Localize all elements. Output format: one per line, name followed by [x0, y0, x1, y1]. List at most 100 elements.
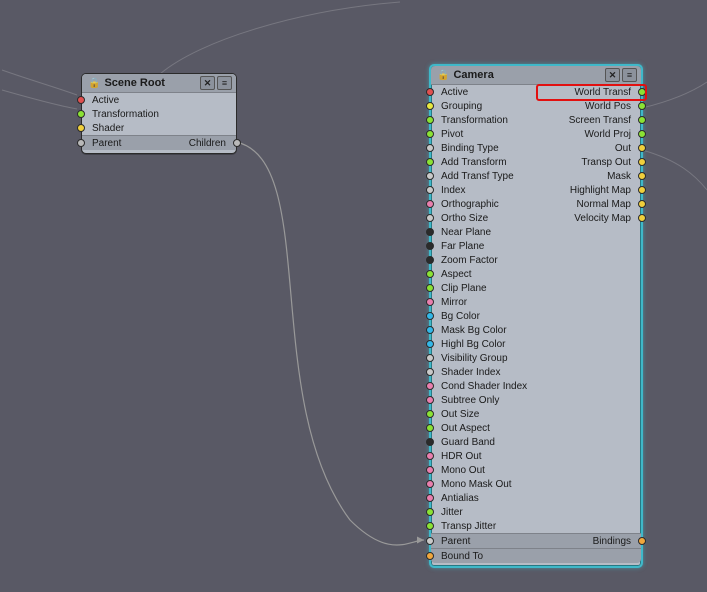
port-input[interactable]	[426, 200, 434, 208]
param-label: Mono Mask Out	[441, 479, 536, 490]
output-label: Out	[536, 143, 631, 154]
port-input[interactable]	[426, 480, 434, 488]
param-row: Guard Band	[431, 435, 641, 449]
port-input[interactable]	[426, 256, 434, 264]
port-input[interactable]	[426, 186, 434, 194]
port-input[interactable]	[426, 396, 434, 404]
port-output[interactable]	[638, 186, 646, 194]
param-label: Highl Bg Color	[441, 339, 536, 350]
input-row: Active	[82, 93, 236, 107]
port-input[interactable]	[426, 354, 434, 362]
port-input[interactable]	[426, 537, 434, 545]
param-label: Active	[441, 87, 536, 98]
port-input[interactable]	[426, 312, 434, 320]
param-row: Ortho SizeVelocity Map	[431, 211, 641, 225]
port-output[interactable]	[638, 200, 646, 208]
footer-label-children: Children	[159, 138, 226, 149]
port-output[interactable]	[638, 130, 646, 138]
output-label: World Transf	[536, 87, 631, 98]
footer-row: ParentBindings	[431, 533, 641, 548]
param-label: Shader Index	[441, 367, 536, 378]
port-input[interactable]	[77, 124, 85, 132]
port-input[interactable]	[426, 144, 434, 152]
footer-label: Parent	[441, 536, 536, 547]
port-input[interactable]	[426, 552, 434, 560]
port-input[interactable]	[426, 452, 434, 460]
param-label: Bg Color	[441, 311, 536, 322]
close-icon[interactable]: ✕	[605, 68, 620, 82]
port-output[interactable]	[638, 158, 646, 166]
port-input[interactable]	[426, 158, 434, 166]
param-row: Binding TypeOut	[431, 141, 641, 155]
port-input[interactable]	[77, 110, 85, 118]
port-input[interactable]	[426, 214, 434, 222]
menu-icon[interactable]: ≡	[622, 68, 637, 82]
param-row: Far Plane	[431, 239, 641, 253]
output-label: Highlight Map	[536, 185, 631, 196]
output-label: Transp Out	[536, 157, 631, 168]
port-parent[interactable]	[77, 139, 85, 147]
param-label: Clip Plane	[441, 283, 536, 294]
param-label: Aspect	[441, 269, 536, 280]
node-scene-root[interactable]: 🔒 Scene Root ✕ ≡ ActiveTransformationSha…	[81, 73, 237, 154]
param-row: Shader Index	[431, 365, 641, 379]
port-input[interactable]	[426, 228, 434, 236]
port-input[interactable]	[426, 116, 434, 124]
node-title: Scene Root	[104, 77, 198, 89]
footer-row: Bound To	[431, 548, 641, 563]
lock-icon: 🔒	[88, 78, 100, 89]
output-label: Mask	[536, 171, 631, 182]
port-output[interactable]	[638, 102, 646, 110]
param-label: Mask Bg Color	[441, 325, 536, 336]
param-label: Mirror	[441, 297, 536, 308]
param-label: Cond Shader Index	[441, 381, 536, 392]
node-titlebar[interactable]: 🔒 Camera ✕ ≡	[431, 66, 641, 85]
param-label: Grouping	[441, 101, 536, 112]
port-input[interactable]	[426, 102, 434, 110]
port-input[interactable]	[426, 508, 434, 516]
lock-icon: 🔒	[437, 70, 449, 81]
param-row: Out Size	[431, 407, 641, 421]
menu-icon[interactable]: ≡	[217, 76, 232, 90]
port-output[interactable]	[638, 116, 646, 124]
param-label: Zoom Factor	[441, 255, 536, 266]
param-row: ActiveWorld Transf	[431, 85, 641, 99]
port-output[interactable]	[638, 214, 646, 222]
param-row: Bg Color	[431, 309, 641, 323]
param-label: Orthographic	[441, 199, 536, 210]
node-titlebar[interactable]: 🔒 Scene Root ✕ ≡	[82, 74, 236, 93]
node-footer: Parent Children	[82, 135, 236, 150]
param-label: Subtree Only	[441, 395, 536, 406]
port-input[interactable]	[426, 298, 434, 306]
port-input[interactable]	[77, 96, 85, 104]
port-input[interactable]	[426, 88, 434, 96]
port-input[interactable]	[426, 340, 434, 348]
port-input[interactable]	[426, 172, 434, 180]
port-children[interactable]	[233, 139, 241, 147]
port-input[interactable]	[426, 410, 434, 418]
port-input[interactable]	[426, 284, 434, 292]
port-input[interactable]	[426, 242, 434, 250]
param-label: HDR Out	[441, 451, 536, 462]
port-output[interactable]	[638, 88, 646, 96]
param-row: Clip Plane	[431, 281, 641, 295]
port-input[interactable]	[426, 494, 434, 502]
port-output[interactable]	[638, 537, 646, 545]
port-input[interactable]	[426, 438, 434, 446]
param-row: Subtree Only	[431, 393, 641, 407]
port-input[interactable]	[426, 270, 434, 278]
close-icon[interactable]: ✕	[200, 76, 215, 90]
node-camera[interactable]: 🔒 Camera ✕ ≡ ActiveWorld TransfGroupingW…	[429, 64, 643, 568]
port-output[interactable]	[638, 172, 646, 180]
port-output[interactable]	[638, 144, 646, 152]
param-row: Mono Out	[431, 463, 641, 477]
output-label: World Proj	[536, 129, 631, 140]
port-input[interactable]	[426, 326, 434, 334]
port-input[interactable]	[426, 466, 434, 474]
output-label: Normal Map	[536, 199, 631, 210]
port-input[interactable]	[426, 522, 434, 530]
port-input[interactable]	[426, 424, 434, 432]
port-input[interactable]	[426, 382, 434, 390]
port-input[interactable]	[426, 368, 434, 376]
port-input[interactable]	[426, 130, 434, 138]
